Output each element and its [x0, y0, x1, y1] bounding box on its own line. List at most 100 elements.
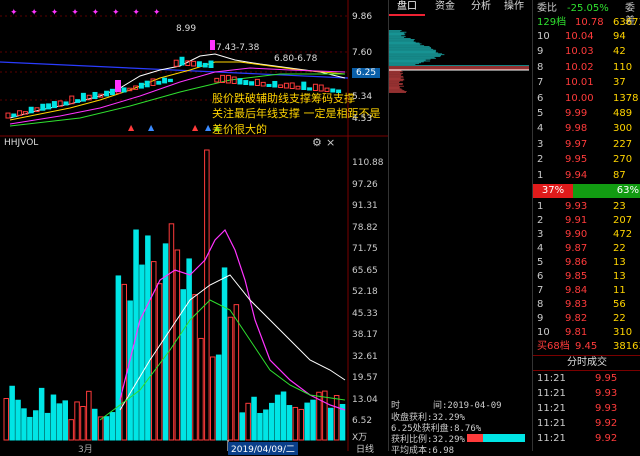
chip-bar	[389, 30, 401, 32]
level-price: 9.82	[565, 313, 588, 324]
gear-icon[interactable]: ⚙	[312, 136, 322, 149]
buy-row[interactable]: 7 9.84 11	[535, 284, 639, 297]
volume-bar	[115, 275, 122, 441]
sell-row[interactable]: 6 10.00 1378	[535, 92, 639, 105]
trade-row[interactable]: 11:21 9.93	[535, 387, 639, 400]
chip-bar	[389, 92, 406, 93]
svg-text:▲: ▲	[192, 123, 199, 132]
buy-row[interactable]: 10 9.81 310	[535, 326, 639, 339]
volume-bar	[186, 258, 192, 441]
chip-bar	[389, 50, 437, 52]
candle	[295, 85, 301, 90]
level-volume: 489	[613, 108, 633, 119]
candle	[144, 80, 150, 88]
level-num: 8	[537, 299, 544, 310]
trade-row[interactable]: 11:21 9.92	[535, 417, 639, 430]
level-num: 4	[537, 243, 544, 254]
chip-bar	[389, 34, 405, 36]
tab-caozuo[interactable]: 操作	[499, 0, 529, 14]
chip-bar	[389, 35, 402, 37]
chip-bar	[389, 74, 402, 75]
buy-row[interactable]: 5 9.86 13	[535, 256, 639, 269]
chip-bar	[389, 40, 414, 42]
volume-bar	[33, 410, 39, 441]
buy-row[interactable]: 6 9.85 13	[535, 270, 639, 283]
chip-bar	[389, 68, 529, 70]
level-price: 9.83	[565, 299, 588, 310]
level-num: 4	[537, 123, 544, 135]
level-num: 2	[537, 154, 544, 166]
volume-bar	[215, 354, 222, 441]
buy-avg-price: 9.45	[575, 341, 598, 352]
sell-row[interactable]: 2 9.95 270	[535, 153, 639, 166]
chip-bar	[389, 47, 431, 48]
volume-tick: 6.52	[352, 416, 373, 426]
sell-row[interactable]: 10 10.04 94	[535, 30, 639, 43]
level-volume: 310	[613, 327, 633, 338]
level-num: 9	[537, 46, 544, 58]
period-label[interactable]: 日线	[356, 442, 374, 455]
range-label-2: 6.80-6.78	[274, 54, 318, 64]
candle	[272, 80, 278, 88]
buy-row[interactable]: 3 9.90 472	[535, 228, 639, 241]
ratio-bar: 37% 63%	[533, 184, 640, 198]
chip-bar	[389, 73, 403, 74]
chip-bar	[389, 37, 405, 38]
volume-bar	[322, 390, 328, 441]
trade-price: 9.93	[595, 388, 618, 399]
sell-row[interactable]: 3 9.97 227	[535, 138, 639, 151]
trade-row[interactable]: 11:21 9.93	[535, 402, 639, 415]
level-price: 9.86	[565, 257, 588, 268]
chip-bar	[389, 80, 403, 82]
price-tick: 9.86	[352, 12, 373, 22]
chip-bar	[389, 90, 405, 92]
buy-row[interactable]: 8 9.83 56	[535, 298, 639, 311]
volume-bar	[227, 316, 234, 441]
chip-bar	[389, 67, 529, 69]
sell-row[interactable]: 1 9.94 87	[535, 169, 639, 182]
candle	[266, 83, 272, 87]
trade-price: 9.92	[595, 418, 618, 429]
level-price: 10.03	[565, 46, 594, 58]
trade-price: 9.93	[595, 403, 618, 414]
tab-pankou[interactable]: 盘口	[389, 0, 425, 16]
chip-bar	[389, 46, 430, 47]
chip-bar	[389, 88, 402, 90]
candle	[80, 92, 86, 102]
chart-area[interactable]: ▲ ▲ ▲ ▲ ▲ ✦ ✦ ✦ ✦ ✦ ✦ ✦ ✦ 8.99 7.43-7.38…	[0, 0, 388, 455]
price-tick: 4.53	[352, 114, 373, 124]
chip-bar	[389, 51, 436, 53]
chip-bar	[389, 45, 425, 47]
sell-row[interactable]: 4 9.98 300	[535, 122, 639, 135]
buy-row[interactable]: 9 9.82 22	[535, 312, 639, 325]
sell-row[interactable]: 8 10.02 110	[535, 61, 639, 74]
volume-bar	[204, 149, 210, 441]
chip-bar	[389, 36, 406, 38]
volume-bar	[15, 399, 21, 441]
volume-bar	[263, 409, 269, 441]
candle	[278, 84, 284, 88]
level-price: 9.94	[565, 169, 588, 181]
sell-row[interactable]: 5 9.99 489	[535, 107, 639, 120]
indicator-name[interactable]: HHJVOL	[4, 138, 38, 148]
buy-row[interactable]: 4 9.87 22	[535, 242, 639, 255]
sell-row[interactable]: 9 10.03 42	[535, 45, 639, 58]
trades-title[interactable]: 分时成交	[533, 355, 640, 371]
buy-row[interactable]: 1 9.93 23	[535, 200, 639, 213]
trade-row[interactable]: 11:21 9.95	[535, 372, 639, 385]
volume-tick: 97.26	[352, 179, 378, 190]
close-icon[interactable]: ×	[326, 136, 335, 149]
date-cursor-label: 2019/04/09/二	[228, 442, 298, 455]
candle	[28, 106, 34, 114]
highlight-candle-2	[210, 40, 215, 50]
sell-row[interactable]: 7 10.01 37	[535, 76, 639, 89]
chip-bar	[389, 42, 420, 44]
tab-zijin[interactable]: 资金	[429, 0, 461, 14]
chip-bar	[389, 91, 407, 92]
candle	[138, 82, 144, 89]
buy-row[interactable]: 2 9.91 207	[535, 214, 639, 227]
volume-bar	[127, 300, 133, 441]
volume-bar	[269, 402, 275, 441]
tab-fenxi[interactable]: 分析	[465, 0, 497, 14]
trade-row[interactable]: 11:21 9.92	[535, 432, 639, 445]
